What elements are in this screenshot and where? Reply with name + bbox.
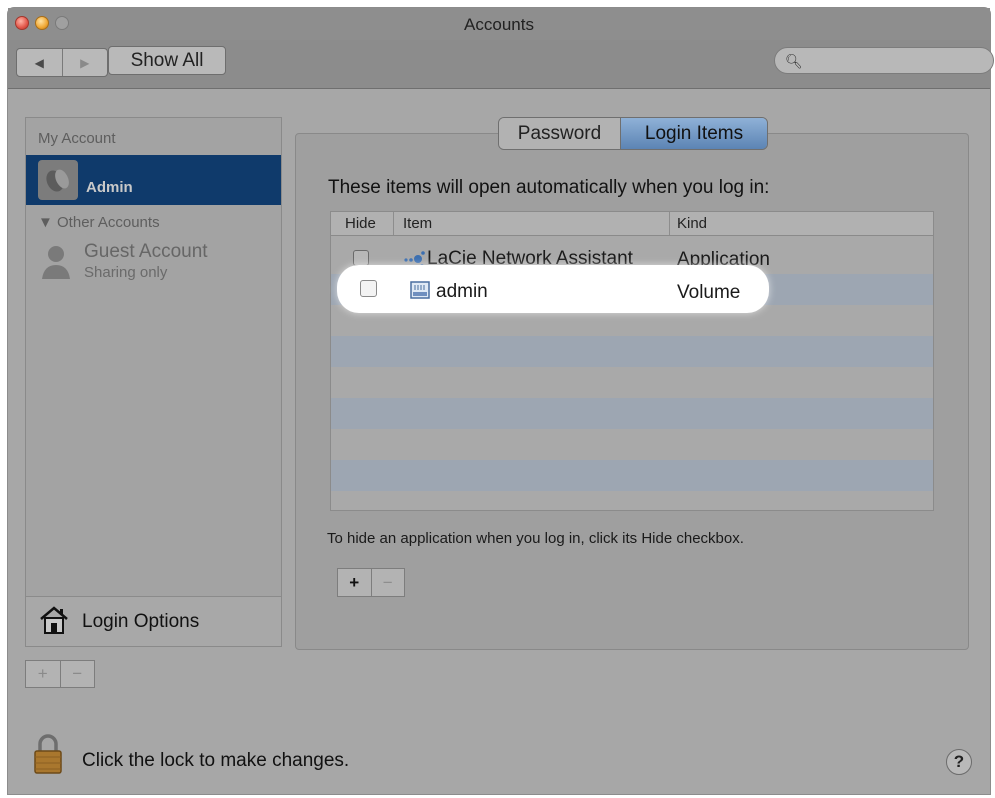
current-user-name: Admin bbox=[86, 179, 133, 196]
account-add-remove-control: + − bbox=[25, 660, 95, 688]
help-button[interactable]: ? bbox=[946, 749, 972, 775]
sidebar-item-admin[interactable]: Admin bbox=[26, 155, 281, 205]
table-row-stripe bbox=[331, 336, 933, 367]
column-header-hide[interactable]: Hide bbox=[345, 215, 376, 232]
tab-login-items[interactable]: Login Items bbox=[621, 118, 767, 149]
login-item-add-remove-control: + − bbox=[337, 568, 405, 597]
add-login-item-button[interactable]: + bbox=[338, 569, 371, 596]
guest-account-name[interactable]: Guest Account bbox=[84, 241, 208, 263]
login-options-item[interactable]: Login Options bbox=[26, 596, 281, 646]
house-icon bbox=[40, 606, 68, 634]
tab-bar: Password Login Items bbox=[498, 117, 768, 150]
add-account-button[interactable]: + bbox=[26, 661, 60, 687]
volume-icon bbox=[410, 281, 430, 299]
guest-user-icon bbox=[42, 246, 70, 279]
item-name[interactable]: admin bbox=[436, 281, 488, 303]
search-field[interactable]: 🔍︎ bbox=[774, 47, 994, 74]
back-arrow-icon[interactable]: ◀ bbox=[17, 49, 62, 76]
column-separator bbox=[669, 212, 670, 235]
column-header-kind[interactable]: Kind bbox=[677, 215, 707, 232]
hide-hint-text: To hide an application when you log in, … bbox=[327, 530, 744, 547]
login-items-intro: These items will open automatically when… bbox=[328, 177, 770, 198]
remove-account-button[interactable]: − bbox=[59, 661, 95, 687]
accounts-sidebar: My Account Admin ▼ Other Accounts Guest … bbox=[25, 117, 282, 647]
my-account-header: My Account bbox=[38, 130, 116, 147]
guest-account-subtitle: Sharing only bbox=[84, 264, 168, 281]
forward-arrow-icon[interactable]: ▶ bbox=[61, 49, 108, 76]
hide-checkbox[interactable] bbox=[360, 280, 377, 297]
toolbar: ◀ ▶ Show All 🔍︎ bbox=[8, 40, 994, 89]
table-row-stripe bbox=[331, 460, 933, 491]
login-items-table: Hide Item Kind LaCie Network Assistant A… bbox=[330, 211, 934, 511]
column-separator bbox=[393, 212, 394, 235]
hide-checkbox[interactable] bbox=[353, 250, 369, 266]
column-header-item[interactable]: Item bbox=[403, 215, 432, 232]
navigation-segmented-control: ◀ ▶ bbox=[16, 48, 108, 77]
table-header: Hide Item Kind bbox=[331, 212, 933, 236]
item-kind: Volume bbox=[677, 282, 741, 303]
user-avatar-icon bbox=[38, 160, 78, 200]
lock-message: Click the lock to make changes. bbox=[82, 750, 350, 771]
title-bar: Accounts bbox=[8, 8, 990, 40]
lock-icon[interactable] bbox=[32, 733, 64, 775]
table-row-stripe bbox=[331, 398, 933, 429]
search-icon: 🔍︎ bbox=[785, 53, 803, 69]
tab-password[interactable]: Password bbox=[499, 118, 621, 149]
other-accounts-header[interactable]: ▼ Other Accounts bbox=[38, 214, 160, 231]
remove-login-item-button[interactable]: − bbox=[370, 569, 405, 596]
window-title: Accounts bbox=[464, 15, 534, 34]
login-options-label: Login Options bbox=[82, 611, 200, 632]
show-all-button[interactable]: Show All bbox=[108, 46, 226, 75]
